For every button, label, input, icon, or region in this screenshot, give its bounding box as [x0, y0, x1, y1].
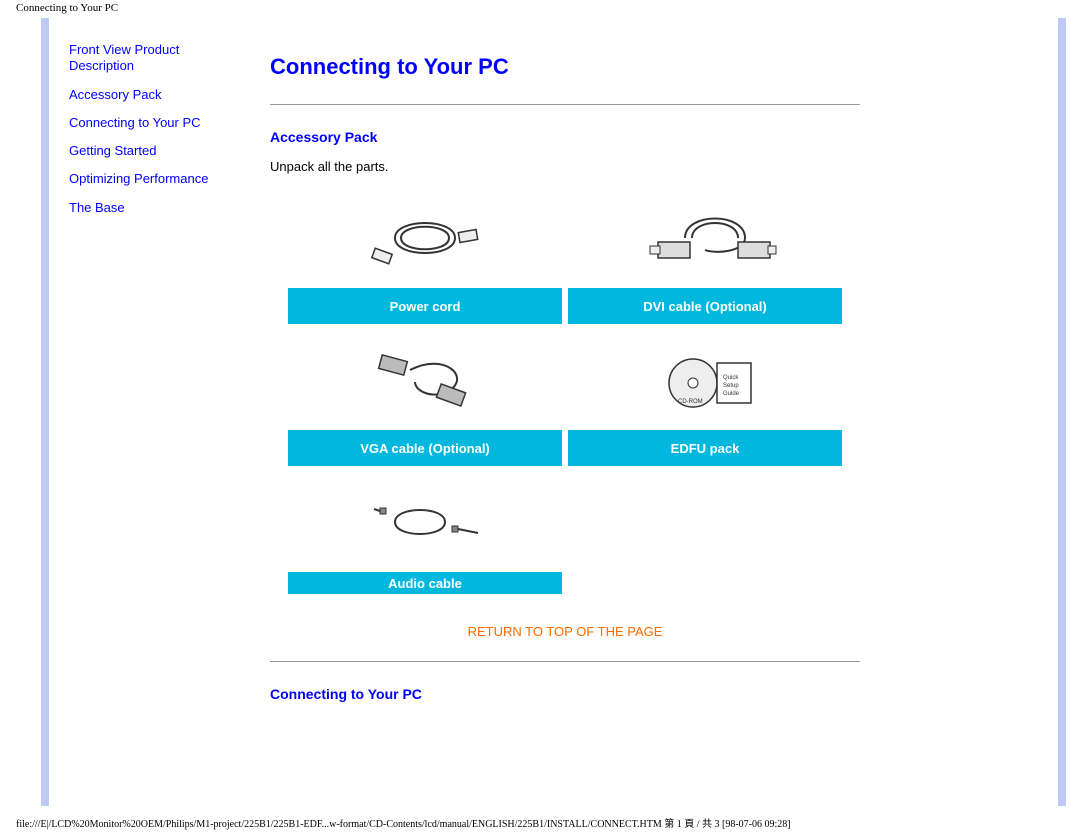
label-edfu-pack: EDFU pack: [568, 430, 842, 466]
section-text-accessory: Unpack all the parts.: [270, 159, 860, 174]
footer-path: file:///E|/LCD%20Monitor%20OEM/Philips/M…: [16, 815, 791, 830]
section-title-accessory: Accessory Pack: [270, 129, 860, 145]
section-title-connecting: Connecting to Your PC: [270, 686, 860, 702]
svg-text:CD-ROM: CD-ROM: [678, 399, 703, 405]
label-audio-cable: Audio cable: [288, 572, 562, 594]
label-dvi-cable: DVI cable (Optional): [568, 288, 842, 324]
divider-top: [270, 104, 860, 105]
nav-connecting[interactable]: Connecting to Your PC: [69, 115, 239, 131]
label-power-cord: Power cord: [288, 288, 562, 324]
accessory-vga-cable: [285, 330, 565, 430]
right-accent-bar: [1058, 18, 1066, 806]
divider-bottom: [270, 661, 860, 662]
label-vga-cable: VGA cable (Optional): [288, 430, 562, 466]
accessory-edfu-pack: CD-ROM Quick Setup Guide: [565, 330, 845, 430]
page-viewport: Connecting to Your PC Front View Product…: [0, 0, 1080, 834]
nav-getting-started[interactable]: Getting Started: [69, 143, 239, 159]
nav-front-view[interactable]: Front View Product Description: [69, 42, 239, 75]
nav-the-base[interactable]: The Base: [69, 200, 239, 216]
power-cord-icon: [285, 188, 565, 288]
audio-cable-icon: [285, 472, 565, 572]
nav-optimizing[interactable]: Optimizing Performance: [69, 171, 239, 187]
svg-text:Setup: Setup: [723, 383, 739, 389]
running-header: Connecting to Your PC: [16, 2, 118, 14]
return-to-top-link[interactable]: RETURN TO TOP OF THE PAGE: [270, 624, 860, 639]
nav-accessory-pack[interactable]: Accessory Pack: [69, 87, 239, 103]
svg-text:Quick: Quick: [723, 375, 739, 381]
dvi-cable-icon: [565, 188, 845, 288]
accessory-grid: Power cord DVI cable (Optional): [285, 188, 845, 600]
svg-text:Guide: Guide: [723, 391, 740, 397]
sidebar-nav: Front View Product Description Accessory…: [69, 42, 239, 228]
left-accent-bar: [41, 18, 49, 806]
edfu-pack-icon: CD-ROM Quick Setup Guide: [565, 330, 845, 430]
accessory-audio-cable: [285, 472, 565, 572]
accessory-dvi-cable: [565, 188, 845, 288]
accessory-power-cord: [285, 188, 565, 288]
page-title: Connecting to Your PC: [270, 54, 860, 80]
vga-cable-icon: [285, 330, 565, 430]
main-content: Connecting to Your PC Accessory Pack Unp…: [270, 54, 860, 716]
